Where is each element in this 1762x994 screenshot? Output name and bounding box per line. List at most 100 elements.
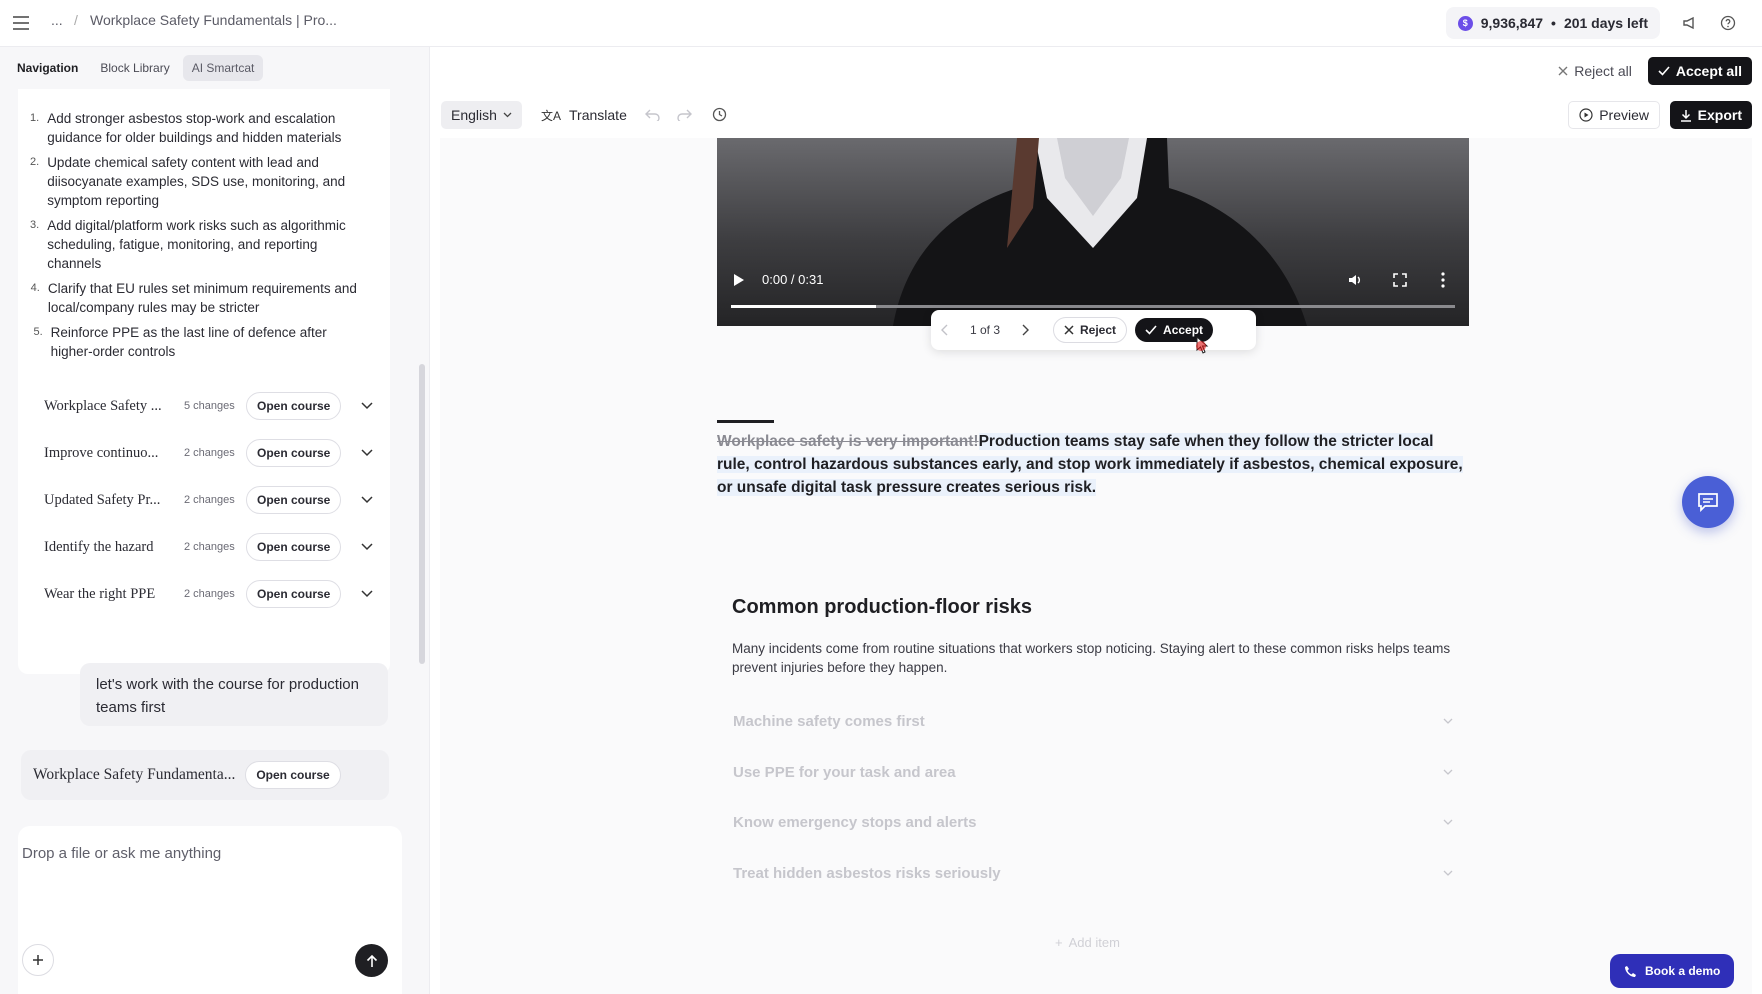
breadcrumb-course-title[interactable]: Workplace Safety Fundamentals | Pro... [90, 12, 337, 28]
preview-button[interactable]: Preview [1568, 101, 1660, 129]
accordion-item[interactable]: Treat hidden asbestos risks seriously [717, 851, 1469, 895]
history-icon[interactable] [712, 107, 727, 122]
credits-days: 201 days left [1563, 15, 1648, 31]
language-select[interactable]: English [441, 101, 522, 129]
left-tabs: Navigation Block Library AI Smartcat [0, 47, 430, 89]
chevron-down-icon[interactable] [361, 496, 373, 504]
more-icon[interactable] [1441, 272, 1445, 288]
video-time: 0:00 / 0:31 [762, 272, 824, 287]
course-row-title: Workplace Safety ... [44, 397, 162, 414]
chevron-down-icon[interactable] [361, 402, 373, 410]
course-card: Workplace Safety Fundamenta... Open cour… [21, 750, 389, 800]
open-course-button[interactable]: Open course [246, 392, 342, 420]
chevron-down-icon [1443, 769, 1453, 775]
video-frame [893, 138, 1307, 326]
add-item-button[interactable]: + Add item [1055, 935, 1120, 950]
download-icon [1680, 109, 1691, 122]
menu-icon[interactable] [5, 7, 37, 39]
chevron-down-icon [1443, 718, 1453, 724]
chat-input-placeholder[interactable]: Drop a file or ask me anything [22, 845, 221, 862]
chevron-down-icon [1443, 819, 1453, 825]
attach-button[interactable] [22, 944, 54, 976]
translate-button[interactable]: 文A Translate [541, 101, 627, 129]
course-row-title: Identify the hazard [44, 538, 154, 555]
chat-icon [1698, 493, 1718, 512]
section-divider [717, 420, 774, 423]
check-icon [1658, 66, 1670, 76]
course-card-title: Workplace Safety Fundamenta... [33, 766, 236, 783]
announcement-icon[interactable] [1674, 7, 1706, 39]
translate-icon: 文A [541, 108, 562, 123]
credits-dot: • [1551, 15, 1556, 31]
reject-all-button[interactable]: Reject all [1558, 63, 1632, 79]
chevron-down-icon[interactable] [361, 449, 373, 457]
chevron-down-icon[interactable] [361, 543, 373, 551]
video-progress-fill [731, 305, 876, 308]
course-row-title: Wear the right PPE [44, 585, 156, 602]
close-icon [1064, 325, 1074, 335]
open-course-button[interactable]: Open course [246, 439, 342, 467]
chevron-down-icon[interactable] [361, 590, 373, 598]
plan-step: 2. Update chemical safety content with le… [30, 155, 346, 208]
play-circle-icon [1579, 108, 1593, 122]
close-icon [1558, 66, 1568, 76]
left-scrollbar[interactable] [419, 364, 425, 664]
chat-fab-button[interactable] [1682, 476, 1734, 528]
section-description[interactable]: Many incidents come from routine situati… [732, 639, 1452, 677]
plan-step: 3. Add digital/platform work risks such a… [30, 218, 346, 271]
chevron-down-icon [503, 112, 512, 118]
open-course-button[interactable]: Open course [246, 580, 342, 608]
credits-amount: 9,936,847 [1480, 15, 1544, 31]
accordion-item[interactable]: Machine safety comes first [717, 699, 1469, 743]
course-row: Workplace Safety ... 5 changes Open cour… [44, 391, 374, 421]
plan-steps: 1. Add stronger asbestos stop-work and es… [30, 109, 370, 367]
deleted-text: Workplace safety is very important! [717, 433, 979, 450]
course-row-title: Improve continuo... [44, 444, 159, 461]
fullscreen-icon[interactable] [1393, 273, 1407, 287]
send-button[interactable] [355, 944, 388, 977]
tab-navigation[interactable]: Navigation [8, 55, 87, 81]
coin-icon: $ [1457, 15, 1473, 31]
plus-icon: + [1055, 935, 1063, 950]
user-chat-message: let's work with the course for productio… [80, 663, 388, 726]
open-course-button[interactable]: Open course [246, 533, 342, 561]
accordion-item[interactable]: Know emergency stops and alerts [717, 800, 1469, 844]
video-player[interactable]: 0:00 / 0:31 [717, 138, 1469, 326]
course-row-changes: 2 changes [184, 588, 235, 600]
edited-paragraph[interactable]: Workplace safety is very important!Produ… [717, 430, 1469, 499]
left-panel: Navigation Block Library AI Smartcat 1. A… [0, 47, 430, 994]
book-demo-button[interactable]: Book a demo [1610, 954, 1735, 988]
accept-all-button[interactable]: Accept all [1647, 57, 1752, 85]
course-row: Improve continuo... 2 changes Open cours… [44, 438, 374, 468]
accordion-item[interactable]: Use PPE for your task and area [717, 750, 1469, 794]
course-row: Wear the right PPE 2 changes Open course [44, 579, 374, 609]
course-row-changes: 2 changes [184, 494, 235, 506]
course-row-changes: 2 changes [184, 541, 235, 553]
open-course-button[interactable]: Open course [246, 486, 342, 514]
credits-badge[interactable]: $ 9,936,847 • 201 days left [1445, 7, 1660, 39]
mouse-cursor-icon [1196, 336, 1210, 354]
course-row-title: Updated Safety Pr... [44, 491, 161, 508]
reject-change-button[interactable]: Reject [1053, 317, 1128, 343]
export-button[interactable]: Export [1669, 101, 1752, 129]
breadcrumb-separator: / [74, 12, 78, 28]
course-row-changes: 5 changes [184, 400, 235, 412]
undo-icon[interactable] [645, 107, 661, 121]
play-icon[interactable] [733, 273, 745, 287]
tab-ai-smartcat[interactable]: AI Smartcat [182, 55, 264, 81]
top-bar: ... / Workplace Safety Fundamentals | Pr… [0, 0, 1762, 47]
plan-step: 5. Reinforce PPE as the last line of defe… [33, 325, 327, 359]
course-row: Identify the hazard 2 changes Open cours… [44, 532, 374, 562]
open-course-button[interactable]: Open course [245, 761, 341, 789]
redo-icon[interactable] [676, 107, 692, 121]
volume-icon[interactable] [1347, 272, 1363, 288]
chevron-down-icon [1443, 870, 1453, 876]
tab-block-library[interactable]: Block Library [91, 55, 178, 81]
breadcrumb-ellipsis[interactable]: ... [51, 12, 63, 28]
chevron-left-icon[interactable] [941, 324, 949, 336]
plan-step: 1. Add stronger asbestos stop-work and es… [30, 111, 342, 145]
course-row: Updated Safety Pr... 2 changes Open cour… [44, 485, 374, 515]
chevron-right-icon[interactable] [1021, 324, 1029, 336]
section-heading[interactable]: Common production-floor risks [732, 596, 1032, 619]
help-icon[interactable] [1712, 7, 1744, 39]
